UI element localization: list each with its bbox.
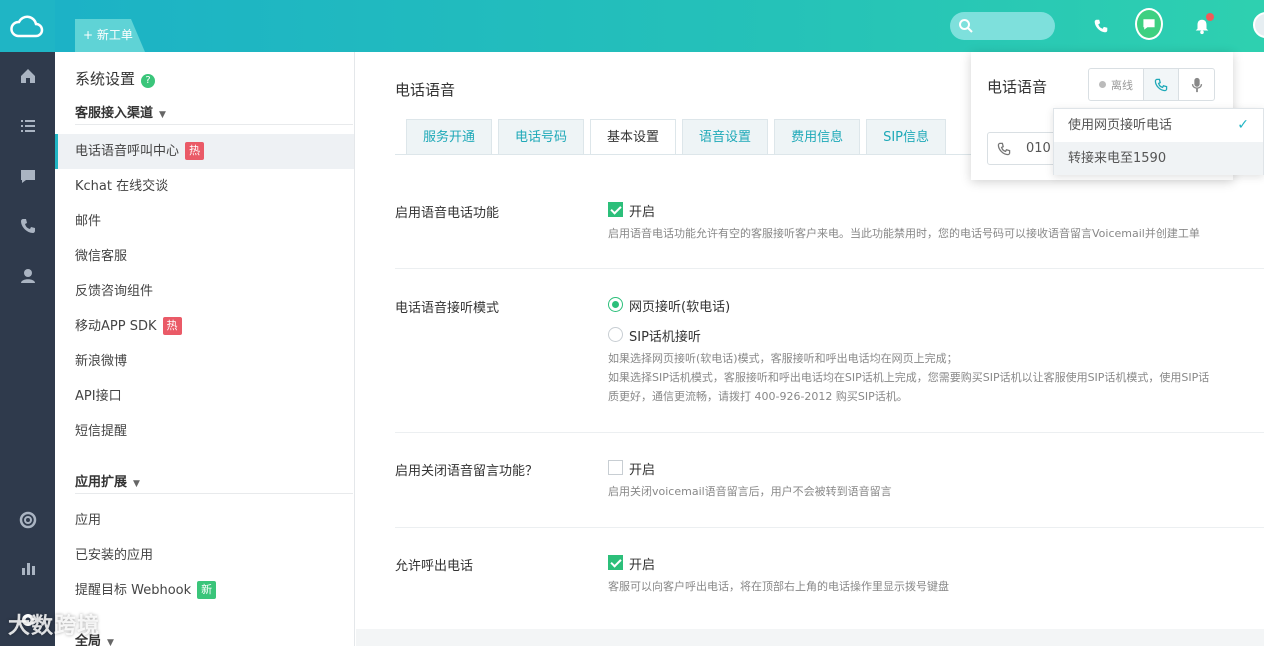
dropdown-option-web[interactable]: 使用网页接听电话 ✓ [1054,109,1263,142]
outbound-hint: 客服可以向客户呼出电话，将在顶部右上角的电话操作里显示拨号键盘 [608,580,949,593]
caret-down-icon: ▼ [159,110,166,120]
outbound-checkbox[interactable] [608,555,623,570]
check-icon: ✓ [1237,117,1249,133]
voice-enable-hint: 启用语音电话功能允许有空的客服接听客户来电。当此功能禁用时，您的电话号码可以接收… [608,227,1200,240]
answer-mode-dropdown: 使用网页接听电话 ✓ 转接来电至1590 [1053,108,1264,175]
notification-dot [1206,13,1214,21]
lifebuoy-icon[interactable] [0,500,55,540]
hot-badge: 热 [185,142,205,160]
divider [75,124,353,125]
sidebar-item-webhook[interactable]: 提醒目标 Webhook 新 [55,573,354,608]
sidebar-item-voice-callcenter[interactable]: 电话语音呼叫中心热 [55,134,354,169]
row-divider [395,432,1264,433]
top-bar: + 新工单 [55,0,1264,52]
sidebar-item-wechat[interactable]: 微信客服 [55,239,354,274]
voicemail-checkbox[interactable] [608,460,623,475]
sidebar-title-text: 系统设置 [75,70,136,88]
chat-icon[interactable] [0,156,55,196]
sip-answer-option: SIP话机接听 [629,330,701,345]
divider [75,493,353,494]
group-extensions-label: 应用扩展 [75,475,128,490]
avatar[interactable] [1253,12,1264,38]
sidebar-item-kchat[interactable]: Kchat 在线交谈 [55,169,354,204]
sidebar-item-label: 提醒目标 Webhook [75,583,192,598]
sidebar-item-sms[interactable]: 短信提醒 [55,414,354,449]
caret-down-icon: ▼ [107,638,114,646]
sip-answer-radio[interactable] [608,327,623,342]
sidebar-item-api[interactable]: API接口 [55,379,354,414]
answer-mode-hint-1: 如果选择网页接听(软电话)模式，客服接听和呼出电话均在网页上完成； [608,352,958,365]
phone-incoming-icon [997,142,1011,156]
voicemail-hint: 启用关闭voicemail语音留言后，用户不会被转到语音留言 [608,485,892,498]
phone-icon[interactable] [0,206,55,246]
voice-enable-checkbox[interactable] [608,202,623,217]
group-extensions[interactable]: 应用扩展 ▼ [75,471,140,490]
web-answer-option: 网页接听(软电话) [629,300,731,315]
tab-numbers[interactable]: 电话号码 [498,119,585,155]
group-channels[interactable]: 客服接入渠道 ▼ [75,102,166,121]
outbound-option: 开启 [629,558,656,573]
voice-enable-label: 启用语音电话功能 [395,206,500,221]
popover-title: 电话语音 [987,78,1048,96]
web-phone-button[interactable] [1144,69,1179,100]
bottom-strip [356,629,1264,646]
page-title: 电话语音 [395,81,456,99]
sidebar-item-weibo[interactable]: 新浪微博 [55,344,354,379]
sidebar-title: 系统设置? [75,68,156,89]
status-button-group: 离线 [1088,68,1215,101]
sidebar-item-mobile-sdk[interactable]: 移动APP SDK 热 [55,309,354,344]
home-icon[interactable] [0,56,55,96]
sidebar-item-label: 电话语音呼叫中心 [75,144,180,159]
tab-voice-settings[interactable]: 语音设置 [682,119,769,155]
voicemail-label: 启用关闭语音留言功能？ [395,464,539,479]
list-icon[interactable] [0,106,55,146]
dropdown-option-forward[interactable]: 转接来电至1590 [1054,142,1263,175]
phone-call-icon [1154,78,1168,91]
mic-button[interactable] [1179,69,1214,100]
outbound-label: 允许呼出电话 [395,559,474,574]
logo[interactable] [0,0,55,52]
row-divider [395,268,1264,269]
dropdown-option-label: 使用网页接听电话 [1068,118,1173,133]
sidebar-item-email[interactable]: 邮件 [55,204,354,239]
sidebar-item-installed-apps[interactable]: 已安装的应用 [55,538,354,573]
tab-service[interactable]: 服务开通 [406,119,493,155]
tab-basic-settings[interactable]: 基本设置 [590,119,677,155]
search-input[interactable] [950,12,1055,40]
dial-number-text: 010 [1026,141,1051,156]
settings-sidebar: 系统设置? 客服接入渠道 ▼ 电话语音呼叫中心热 Kchat 在线交谈 邮件 微信… [55,52,355,646]
tab-billing[interactable]: 费用信息 [774,119,861,155]
group-channels-label: 客服接入渠道 [75,106,154,121]
new-ticket-button[interactable]: + 新工单 [75,19,145,52]
watermark: 大数跨境 [8,614,101,639]
bar-chart-icon[interactable] [0,548,55,588]
tab-sip[interactable]: SIP信息 [866,119,947,155]
tab-bar: 服务开通 电话号码 基本设置 语音设置 费用信息 SIP信息 [406,119,947,155]
message-icon [1143,19,1155,30]
voice-enable-option: 开启 [629,205,656,220]
new-badge: 新 [197,581,217,599]
web-answer-radio[interactable] [608,297,623,312]
caret-down-icon: ▼ [133,479,140,489]
bell-icon[interactable] [1188,12,1216,40]
icon-rail [0,0,55,646]
answer-mode-hint-2: 如果选择SIP话机模式，客服接听和呼出电话均在SIP话机上完成，您需要购买SIP… [608,371,1210,384]
message-top-button[interactable] [1135,8,1163,40]
microphone-icon [1191,77,1202,92]
sidebar-item-label: 移动APP SDK [75,319,157,334]
hot-badge: 热 [162,317,182,335]
sidebar-item-apps[interactable]: 应用 [55,503,354,538]
help-icon[interactable]: ? [141,74,156,88]
row-divider [395,527,1264,528]
user-icon[interactable] [0,256,55,296]
offline-button[interactable]: 离线 [1089,69,1144,100]
answer-mode-label: 电话语音接听模式 [395,301,500,316]
search-icon [959,19,973,33]
phone-top-icon[interactable] [1087,12,1115,40]
voicemail-option: 开启 [629,463,656,478]
sidebar-item-feedback-widget[interactable]: 反馈咨询组件 [55,274,354,309]
answer-mode-hint-3: 质更好，通信更流畅，请拨打 400-926-2012 购买SIP话机。 [608,390,908,403]
cloud-logo-icon [10,15,44,38]
